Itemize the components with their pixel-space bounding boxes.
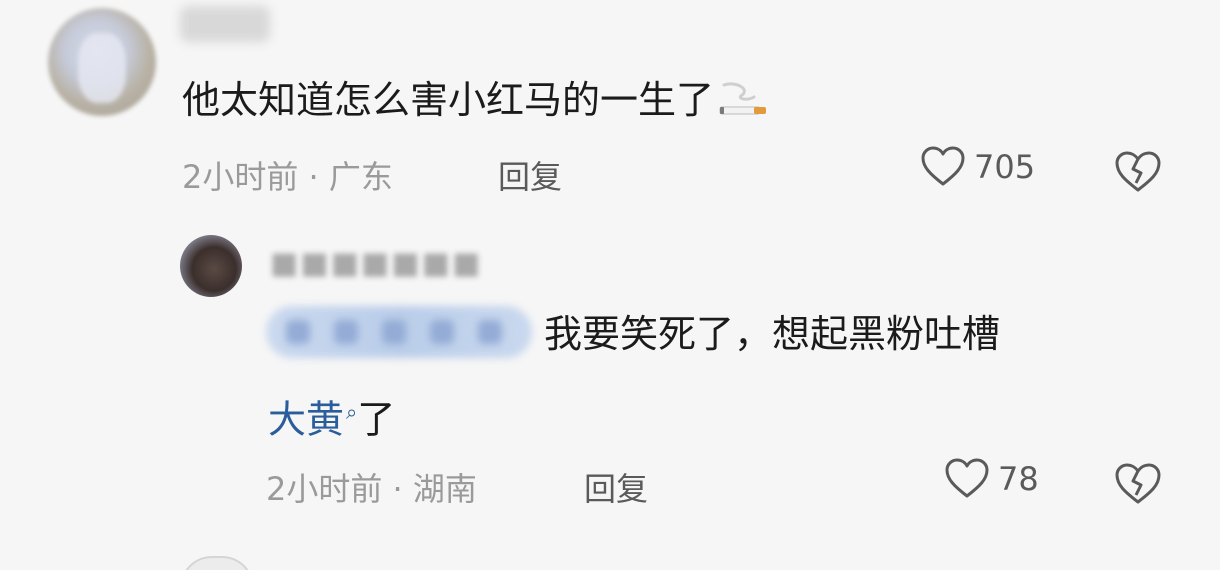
cigarette-icon: [719, 82, 767, 115]
comment-text-continued: 大黄 ⌕了: [268, 390, 395, 442]
avatar[interactable]: [180, 235, 242, 297]
comment-text: 他太知道怎么害小红马的一生了: [182, 78, 768, 122]
comment-thread: 他太知道怎么害小红马的一生了 2小时前 · 广东 回复 705 ■■■■■■■ …: [0, 0, 1220, 570]
comment-text: 我要笑死了，想起黑粉吐槽: [544, 312, 1001, 356]
reply-button[interactable]: 回复: [584, 464, 648, 510]
like-count: 78: [998, 460, 1039, 498]
like-count: 705: [974, 148, 1036, 186]
heart-icon: [921, 146, 965, 186]
dislike-icon[interactable]: [1114, 462, 1162, 506]
heart-icon: [945, 458, 989, 498]
comment-body-tail: 了: [357, 397, 396, 442]
reply-button[interactable]: 回复: [498, 152, 562, 198]
avatar[interactable]: [48, 8, 156, 116]
avatar[interactable]: [180, 556, 254, 570]
username-blurred[interactable]: [180, 6, 270, 42]
comment-meta: 2小时前 · 广东: [182, 158, 393, 196]
search-icon[interactable]: ⌕: [346, 390, 357, 434]
dislike-icon[interactable]: [1114, 150, 1162, 194]
like-button[interactable]: 78: [944, 458, 1039, 500]
username-blurred[interactable]: ■■■■■■■: [270, 246, 482, 281]
mention-tag-blurred[interactable]: [266, 306, 532, 358]
search-link[interactable]: 大黄: [268, 398, 344, 442]
comment-body: 他太知道怎么害小红马的一生了: [182, 78, 715, 122]
comment-meta: 2小时前 · 湖南: [266, 470, 477, 508]
like-button[interactable]: 705: [920, 146, 1035, 188]
